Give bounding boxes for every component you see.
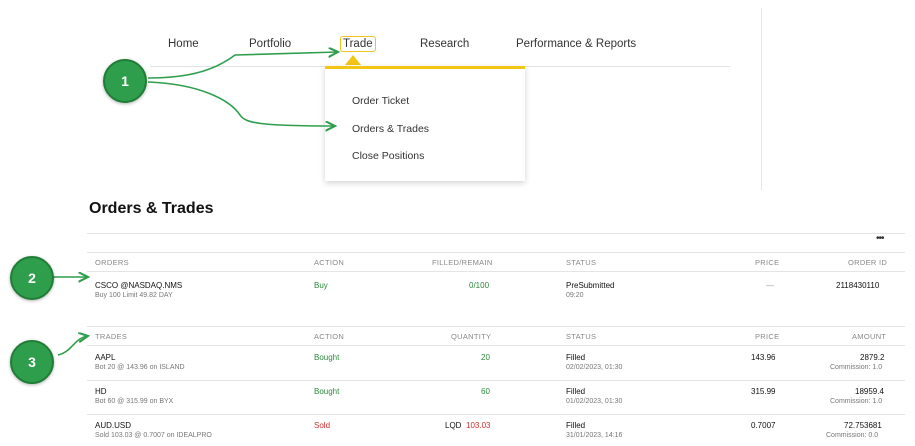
page-title: Orders & Trades xyxy=(89,200,214,217)
arrow-to-trades-section xyxy=(57,336,88,356)
trade-status-time: 01/02/2023, 01:30 xyxy=(566,398,623,405)
trade-action: Bought xyxy=(314,387,340,396)
trade-symbol[interactable]: AUD.USD xyxy=(95,421,131,430)
trades-col-trades[interactable]: TRADES xyxy=(95,332,127,341)
order-symbol[interactable]: CSCO @NASDAQ.NMS xyxy=(95,281,182,290)
trade-detail: Sold 103.03 @ 0.7007 on IDEALPRO xyxy=(95,432,212,439)
trade-dropdown-menu: Order Ticket Orders & Trades Close Posit… xyxy=(325,66,525,181)
trade-quantity: 103.03 xyxy=(466,421,491,430)
step-badge-3: 3 xyxy=(10,340,54,384)
trade-status-time: 31/01/2023, 14:16 xyxy=(566,432,623,439)
order-action: Buy xyxy=(314,281,328,290)
more-options-icon[interactable]: ••• xyxy=(876,233,884,244)
menu-item-orders-trades[interactable]: Orders & Trades xyxy=(352,123,429,135)
orders-col-order-id[interactable]: ORDER ID xyxy=(848,258,887,267)
trades-header-top xyxy=(87,326,905,327)
order-detail: Buy 100 Limit 49.82 DAY xyxy=(95,292,173,299)
nav-research[interactable]: Research xyxy=(420,38,469,50)
orders-header-bottom xyxy=(87,271,905,272)
trade-status: Filled xyxy=(566,421,586,430)
order-status: PreSubmitted xyxy=(566,281,615,290)
orders-col-action: ACTION xyxy=(314,258,345,267)
menu-item-close-positions[interactable]: Close Positions xyxy=(352,150,424,162)
trade-detail: Bot 20 @ 143.96 on ISLAND xyxy=(95,364,185,371)
trade-commission: Commission: 0.0 xyxy=(826,432,879,439)
trade-symbol[interactable]: HD xyxy=(95,387,107,396)
order-filled: 0/100 xyxy=(469,281,490,290)
trade-price: 0.7007 xyxy=(751,421,776,430)
trade-price: 315.99 xyxy=(751,387,776,396)
trades-col-action: ACTION xyxy=(314,332,345,341)
orders-col-status[interactable]: STATUS xyxy=(566,258,596,267)
menu-item-order-ticket[interactable]: Order Ticket xyxy=(352,95,409,107)
trade-commission: Commission: 1.0 xyxy=(830,364,883,371)
trade-amount: 72.753681 xyxy=(844,421,882,430)
row-divider xyxy=(87,380,905,381)
trade-commission: Commission: 1.0 xyxy=(830,398,883,405)
nav-home[interactable]: Home xyxy=(168,38,199,50)
step-badge-2: 2 xyxy=(10,256,54,300)
nav-performance-reports[interactable]: Performance & Reports xyxy=(516,38,636,50)
trade-action: Bought xyxy=(314,353,340,362)
trade-symbol[interactable]: AAPL xyxy=(95,353,115,362)
trade-status-time: 02/02/2023, 01:30 xyxy=(566,364,623,371)
trade-quantity: 20 xyxy=(481,353,490,362)
trade-price: 143.96 xyxy=(751,353,776,362)
trades-col-price[interactable]: PRICE xyxy=(755,332,779,341)
trades-header-bottom xyxy=(87,345,905,346)
trades-col-quantity[interactable]: QUANTITY xyxy=(451,332,491,341)
order-status-time: 09:20 xyxy=(566,292,584,299)
orders-col-filled: FILLED/REMAIN xyxy=(432,258,493,267)
trade-amount: 18959.4 xyxy=(855,387,884,396)
trade-quantity-prefix: LQD xyxy=(445,421,462,430)
trades-col-status[interactable]: STATUS xyxy=(566,332,596,341)
trade-amount: 2879.2 xyxy=(860,353,885,362)
trade-quantity: 60 xyxy=(481,387,490,396)
step-badge-1: 1 xyxy=(103,59,147,103)
orders-header-top xyxy=(87,252,905,253)
orders-col-orders[interactable]: ORDERS xyxy=(95,258,129,267)
trade-status: Filled xyxy=(566,387,586,396)
dropdown-caret-icon xyxy=(345,55,361,65)
order-id: 2118430110 xyxy=(836,281,880,290)
orders-col-price[interactable]: PRICE xyxy=(755,258,779,267)
trade-detail: Bot 60 @ 315.99 on BYX xyxy=(95,398,174,405)
order-price: — xyxy=(766,281,774,290)
trade-action: Sold xyxy=(314,421,331,430)
title-divider xyxy=(87,233,905,234)
row-divider xyxy=(87,414,905,415)
nav-trade[interactable]: Trade xyxy=(340,36,376,52)
trade-status: Filled xyxy=(566,353,586,362)
trades-col-amount[interactable]: AMOUNT xyxy=(852,332,886,341)
nav-portfolio[interactable]: Portfolio xyxy=(249,38,291,50)
